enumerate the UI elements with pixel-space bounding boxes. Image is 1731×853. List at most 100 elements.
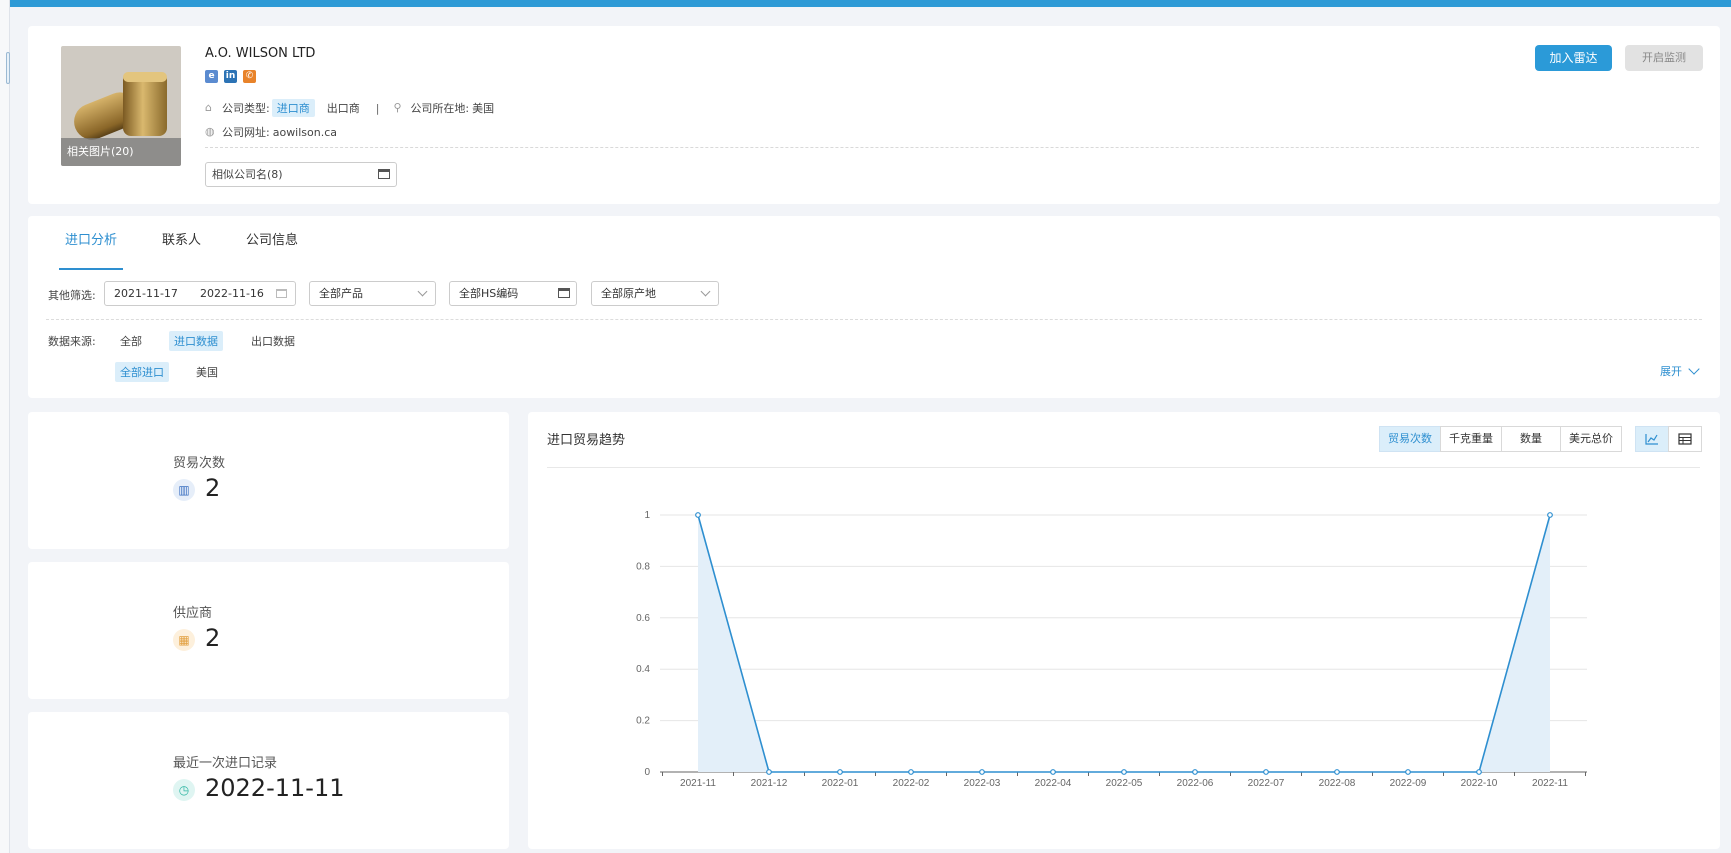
- x-tick-label: 2022-08: [1319, 778, 1356, 789]
- divider: |: [375, 101, 380, 115]
- suppliers-label: 供应商: [173, 606, 213, 621]
- analysis-tabs: 进口分析 联系人 公司信息: [56, 216, 343, 270]
- other-filters-label: 其他筛选:: [48, 289, 96, 302]
- data-point: [908, 769, 914, 775]
- x-tick-label: 2022-11: [1532, 778, 1568, 789]
- x-tick-label: 2022-01: [822, 778, 859, 789]
- photo-can-shape: [123, 72, 167, 136]
- data-point: [1334, 769, 1340, 775]
- company-type-row: ⌂ 公司类型: 进口商 出口商 | ⚲ 公司所在地: 美国: [205, 99, 494, 117]
- exporter-tag: 出口商: [326, 102, 360, 115]
- suppliers-value: 2: [205, 624, 221, 652]
- building-icon: ▦: [173, 629, 195, 651]
- chevron-down-icon: [1688, 363, 1700, 375]
- x-tick-label: 2021-12: [751, 778, 788, 789]
- website-link[interactable]: aowilson.ca: [273, 126, 337, 139]
- y-tick-label: 0.4: [636, 664, 650, 675]
- clock-icon: ◷: [173, 779, 195, 801]
- date-end[interactable]: 2022-11-16: [200, 282, 264, 305]
- product-select-value: 全部产品: [319, 287, 363, 300]
- hs-code-select[interactable]: 全部HS编码: [449, 281, 577, 306]
- hs-code-select-value: 全部HS编码: [459, 287, 519, 300]
- series-line: [697, 514, 1551, 773]
- chevron-down-icon: [700, 286, 711, 297]
- chevron-down-icon: [417, 286, 428, 297]
- expand-toggle[interactable]: 展开: [1660, 363, 1700, 379]
- social-links: e in ✆: [205, 70, 256, 83]
- data-point: [1192, 769, 1198, 775]
- x-tick-label: 2022-04: [1035, 778, 1072, 789]
- y-tick-label: 0: [644, 767, 650, 778]
- calendar-icon: [276, 289, 287, 298]
- company-type-label: 公司类型:: [222, 102, 270, 115]
- data-point: [1547, 512, 1553, 518]
- last-import-value: 2022-11-11: [205, 774, 345, 802]
- data-point: [1405, 769, 1411, 775]
- data-source-label: 数据来源:: [48, 335, 96, 348]
- company-photo[interactable]: 相关图片(20): [61, 46, 181, 166]
- sidebar-toggle-handle[interactable]: [6, 52, 10, 84]
- phone-icon[interactable]: ✆: [243, 70, 256, 83]
- divider: [46, 319, 1702, 320]
- company-name: A.O. WILSON LTD: [205, 46, 316, 61]
- x-tick-label: 2022-07: [1248, 778, 1285, 789]
- data-point: [1476, 769, 1482, 775]
- linkedin-icon[interactable]: in: [224, 70, 237, 83]
- x-tick-label: 2021-11: [680, 778, 716, 789]
- import-trend-card: 进口贸易趋势 贸易次数 千克重量 数量 美元总价 0 0.2 0.4 0.6 0.8 1 2…: [528, 412, 1720, 849]
- website-label: 公司网址:: [222, 126, 270, 139]
- y-tick-label: 1: [644, 510, 650, 521]
- origin-select-value: 全部原产地: [601, 287, 656, 300]
- data-point: [1050, 769, 1056, 775]
- suppliers-stat-card: 供应商 ▦ 2: [28, 562, 509, 699]
- data-point: [1121, 769, 1127, 775]
- import-trend-chart: 0 0.2 0.4 0.6 0.8 1 2021-11 2021-12 2022-01 2022-…: [636, 510, 1587, 789]
- similar-company-names-select[interactable]: 相似公司名(8): [205, 162, 397, 187]
- importer-tag: 进口商: [271, 99, 315, 117]
- data-point: [1263, 769, 1269, 775]
- product-select[interactable]: 全部产品: [309, 281, 436, 306]
- globe-icon: ◍: [205, 125, 215, 138]
- source-import-option[interactable]: 进口数据: [169, 331, 223, 351]
- filter-card: 进口分析 联系人 公司信息 其他筛选: 2021-11-17 2022-11-1…: [28, 216, 1720, 398]
- x-tick-label: 2022-09: [1390, 778, 1427, 789]
- source-all-option[interactable]: 全部: [115, 331, 147, 351]
- origin-select[interactable]: 全部原产地: [591, 281, 719, 306]
- location-label: 公司所在地:: [410, 102, 470, 115]
- bar-chart-icon: ▥: [173, 479, 195, 501]
- trades-label: 贸易次数: [173, 456, 226, 471]
- tab-contacts[interactable]: 联系人: [162, 216, 201, 268]
- location-value: 美国: [472, 102, 495, 115]
- series-area: [698, 515, 1550, 772]
- data-point: [837, 769, 843, 775]
- location-icon: ⚲: [393, 101, 402, 114]
- ie-icon[interactable]: e: [205, 70, 218, 83]
- last-import-stat-card: 最近一次进口记录 ◷ 2022-11-11: [28, 712, 509, 849]
- data-point: [695, 512, 701, 518]
- top-accent-bar: [0, 0, 1731, 7]
- expand-label: 展开: [1660, 365, 1682, 378]
- y-tick-label: 0.6: [636, 613, 650, 624]
- scope-country-option[interactable]: 美国: [191, 362, 223, 382]
- x-tick-label: 2022-06: [1177, 778, 1214, 789]
- source-export-option[interactable]: 出口数据: [246, 331, 300, 351]
- scope-all-import-option[interactable]: 全部进口: [115, 362, 169, 382]
- x-tick-label: 2022-05: [1106, 778, 1143, 789]
- divider: [205, 147, 1699, 148]
- data-point: [979, 769, 985, 775]
- add-radar-button[interactable]: 加入雷达: [1535, 45, 1612, 71]
- store-icon: ⌂: [205, 101, 212, 114]
- x-tick-label: 2022-02: [893, 778, 930, 789]
- y-tick-label: 0.2: [636, 716, 650, 727]
- related-photos-label[interactable]: 相关图片(20): [61, 138, 181, 166]
- date-start[interactable]: 2021-11-17: [114, 282, 178, 305]
- tab-import-analysis[interactable]: 进口分析: [58, 216, 124, 270]
- x-tick-label: 2022-03: [964, 778, 1001, 789]
- left-sidebar-edge: [0, 0, 10, 853]
- similar-company-names-label: 相似公司名(8): [212, 168, 283, 181]
- date-range-picker[interactable]: 2021-11-17 2022-11-16: [104, 281, 296, 306]
- trades-value: 2: [205, 474, 221, 502]
- tab-company-info[interactable]: 公司信息: [246, 216, 298, 268]
- start-monitor-button[interactable]: 开启监测: [1625, 45, 1703, 71]
- x-tick-label: 2022-10: [1461, 778, 1498, 789]
